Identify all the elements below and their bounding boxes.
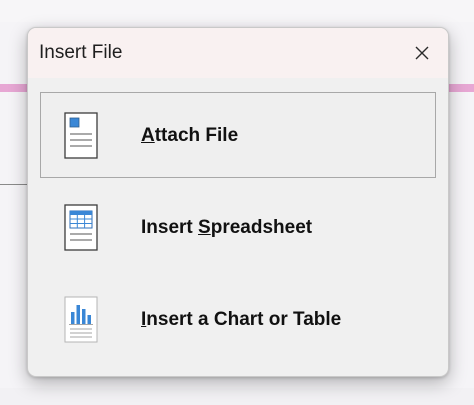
insert-chart-or-table-option[interactable]: Insert a Chart or Table [40,276,436,362]
dialog-titlebar: Insert File [28,28,448,78]
background-divider [0,184,28,185]
close-icon [415,46,429,60]
insert-chart-or-table-label: Insert a Chart or Table [141,309,342,330]
close-button[interactable] [406,37,438,69]
document-icon [64,112,98,159]
insert-spreadsheet-label: Insert Spreadsheet [141,217,313,238]
insert-spreadsheet-option[interactable]: Insert Spreadsheet [40,184,436,270]
background-toolbar [0,0,474,22]
chart-document-icon [64,296,98,343]
attach-file-label: Attach File [141,125,239,146]
dialog-title: Insert File [39,42,123,63]
attach-file-option[interactable]: Attach File [40,92,436,178]
insert-file-dialog: Insert File Attach File Insert Spreadshe… [27,27,449,377]
background-footer [0,388,474,405]
spreadsheet-icon [64,204,98,251]
